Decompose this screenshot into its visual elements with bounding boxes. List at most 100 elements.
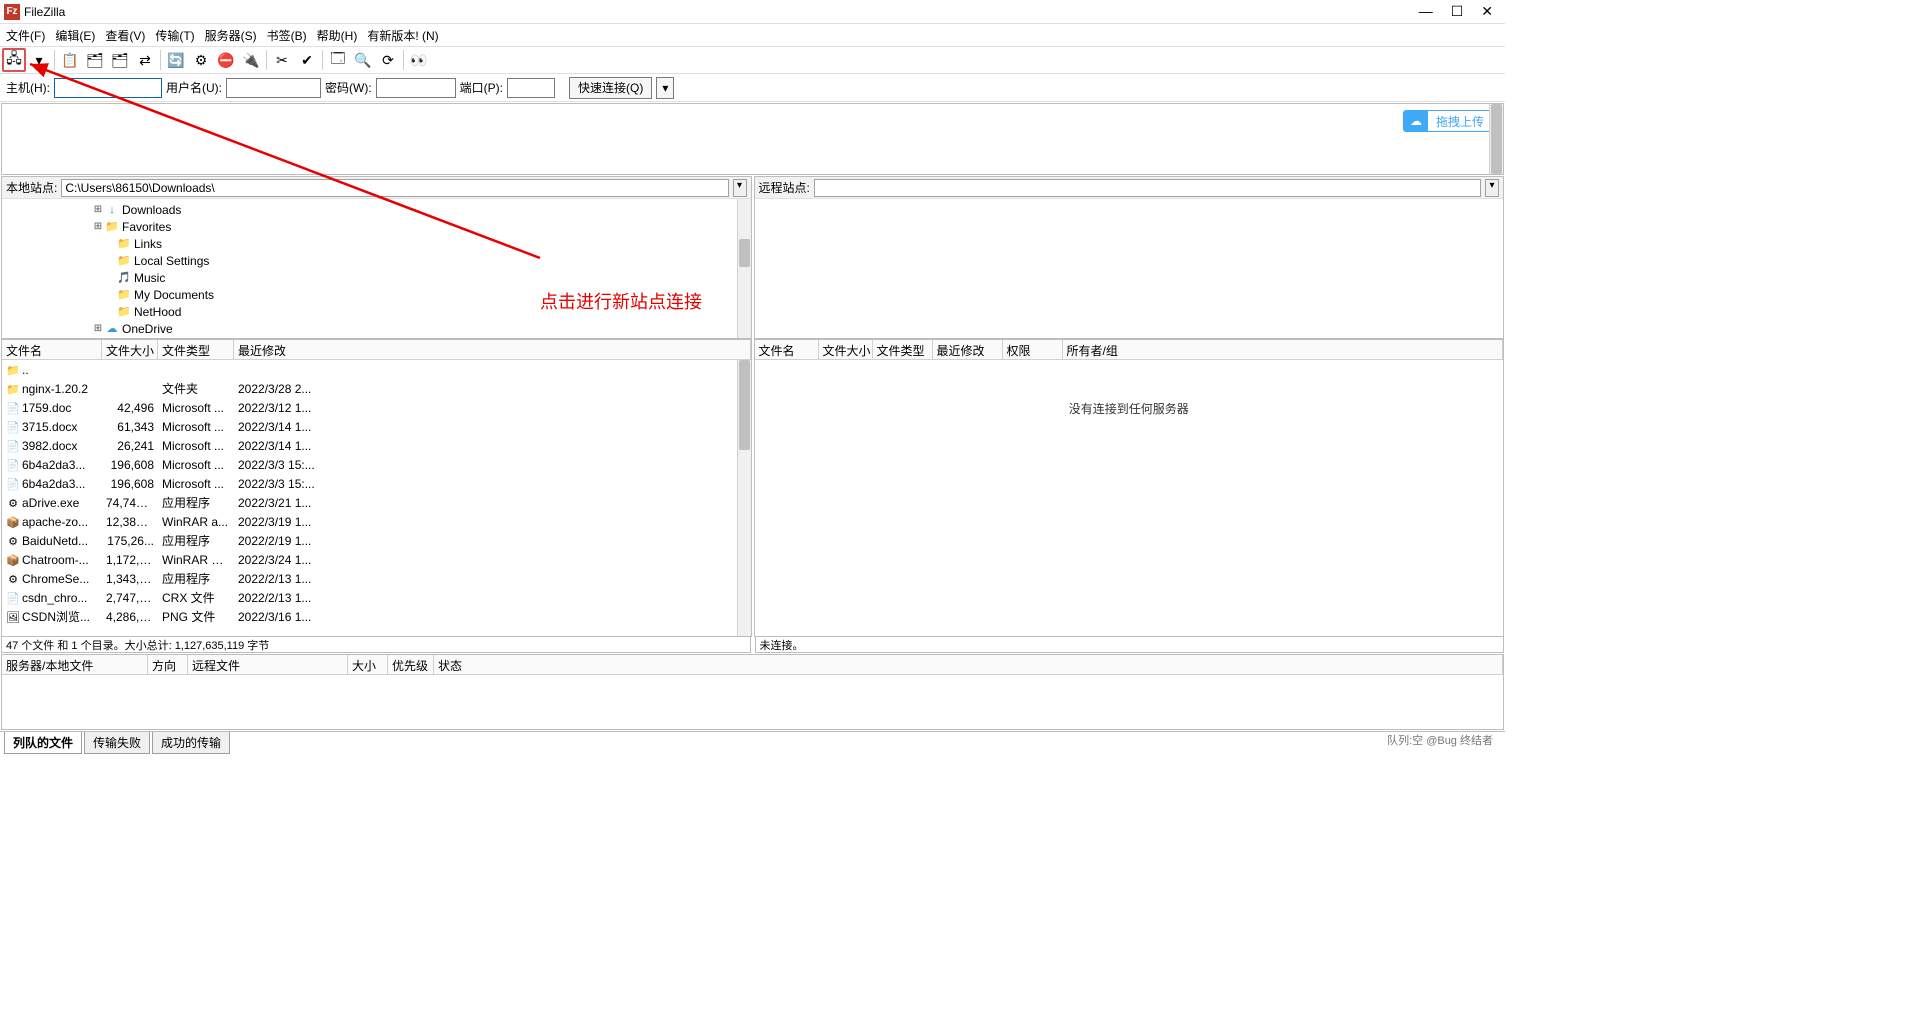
minimize-button[interactable]: — <box>1419 3 1433 20</box>
rcol-owner[interactable]: 所有者/组 <box>1063 340 1504 359</box>
col-filesize[interactable]: 文件大小 <box>102 340 158 359</box>
file-row[interactable]: 📄1759.doc42,496Microsoft ...2022/3/12 1.… <box>2 398 751 417</box>
remote-file-body[interactable]: 没有连接到任何服务器 <box>755 360 1504 636</box>
file-row[interactable]: 📄6b4a2da3...196,608Microsoft ...2022/3/3… <box>2 474 751 493</box>
file-row[interactable]: ⚙ChromeSe...1,343,3...应用程序2022/2/13 1... <box>2 569 751 588</box>
remote-file-list: 文件名 文件大小 文件类型 最近修改 权限 所有者/组 没有连接到任何服务器 <box>754 339 1505 637</box>
menu-newversion[interactable]: 有新版本! (N) <box>367 27 438 44</box>
tree-item[interactable]: ⊞📁Favorites <box>2 218 751 235</box>
local-tree-scrollbar[interactable] <box>737 199 751 338</box>
rcol-perm[interactable]: 权限 <box>1003 340 1063 359</box>
maximize-button[interactable]: ☐ <box>1451 3 1464 20</box>
file-row[interactable]: 📁nginx-1.20.2文件夹2022/3/28 2... <box>2 379 751 398</box>
local-tree[interactable]: ⊞↓Downloads⊞📁Favorites📁Links📁Local Setti… <box>2 199 751 338</box>
rcol-filetype[interactable]: 文件类型 <box>873 340 933 359</box>
qcol-prio[interactable]: 优先级 <box>388 655 434 674</box>
titlebar: Fz FileZilla — ☐ ✕ <box>0 0 1505 24</box>
quickconnect-bar: 主机(H): 用户名(U): 密码(W): 端口(P): 快速连接(Q) ▾ <box>0 74 1505 102</box>
menu-file[interactable]: 文件(F) <box>6 27 45 44</box>
tree-item[interactable]: 📁My Documents <box>2 286 751 303</box>
menu-view[interactable]: 查看(V) <box>105 27 145 44</box>
app-logo-icon: Fz <box>4 4 20 20</box>
quickconnect-dropdown[interactable]: ▾ <box>656 77 674 99</box>
pass-label: 密码(W): <box>325 79 372 96</box>
local-file-body[interactable]: 📁..📁nginx-1.20.2文件夹2022/3/28 2...📄1759.d… <box>2 360 751 636</box>
status-credit: 队列:空 @Bug 终结者 <box>1387 732 1501 748</box>
qcol-status[interactable]: 状态 <box>434 655 1503 674</box>
refresh-button[interactable]: 🔄 <box>164 48 188 72</box>
local-path-dropdown[interactable]: ▾ <box>733 179 747 197</box>
tree-item[interactable]: ⊞☁OneDrive <box>2 320 751 337</box>
username-input[interactable] <box>226 78 321 98</box>
file-row[interactable]: 📄3715.docx61,343Microsoft ...2022/3/14 1… <box>2 417 751 436</box>
local-file-scrollbar[interactable] <box>737 360 751 636</box>
port-input[interactable] <box>507 78 555 98</box>
cancel-button[interactable]: ⛔ <box>214 48 238 72</box>
tab-queued[interactable]: 列队的文件 <box>4 732 82 754</box>
host-label: 主机(H): <box>6 79 50 96</box>
file-row[interactable]: 📁.. <box>2 360 751 379</box>
password-input[interactable] <box>376 78 456 98</box>
cloud-upload-icon: ☁ <box>1404 111 1428 131</box>
site-manager-dropdown[interactable]: ▾ <box>27 48 51 72</box>
col-filename[interactable]: 文件名 <box>2 340 102 359</box>
menu-help[interactable]: 帮助(H) <box>317 27 358 44</box>
reconnect-button[interactable]: ✂ <box>270 48 294 72</box>
quickconnect-button[interactable]: 快速连接(Q) <box>569 77 652 99</box>
toggle-remote-tree-button[interactable]: 🗂 <box>108 48 132 72</box>
log-scrollbar[interactable] <box>1489 104 1503 174</box>
qcol-server[interactable]: 服务器/本地文件 <box>2 655 148 674</box>
message-log: ☁ 拖拽上传 <box>1 103 1504 175</box>
file-row[interactable]: ⚙aDrive.exe74,747,...应用程序2022/3/21 1... <box>2 493 751 512</box>
menu-bookmarks[interactable]: 书签(B) <box>267 27 307 44</box>
col-modified[interactable]: 最近修改 <box>234 340 751 359</box>
qcol-dir[interactable]: 方向 <box>148 655 188 674</box>
search-icon[interactable]: 🔍 <box>351 48 375 72</box>
file-row[interactable]: 📄6b4a2da3...196,608Microsoft ...2022/3/3… <box>2 455 751 474</box>
menu-server[interactable]: 服务器(S) <box>205 27 257 44</box>
disconnect-button[interactable]: 🔌 <box>239 48 263 72</box>
remote-path-dropdown[interactable]: ▾ <box>1485 179 1499 197</box>
drag-upload-button[interactable]: ☁ 拖拽上传 <box>1403 110 1493 132</box>
close-button[interactable]: ✕ <box>1481 3 1493 20</box>
menu-edit[interactable]: 编辑(E) <box>55 27 95 44</box>
file-row[interactable]: 📦Chatroom-...1,172,6...WinRAR ZI...2022/… <box>2 550 751 569</box>
file-row[interactable]: 📄3982.docx26,241Microsoft ...2022/3/14 1… <box>2 436 751 455</box>
qcol-size[interactable]: 大小 <box>348 655 388 674</box>
toggle-local-tree-button[interactable]: 🗂 <box>83 48 107 72</box>
col-filetype[interactable]: 文件类型 <box>158 340 234 359</box>
local-path-input[interactable] <box>61 179 728 197</box>
tab-failed[interactable]: 传输失败 <box>84 732 150 754</box>
local-site-label: 本地站点: <box>6 179 57 196</box>
file-row[interactable]: 📦apache-zo...12,387,...WinRAR a...2022/3… <box>2 512 751 531</box>
toggle-queue-button[interactable]: ⇄ <box>133 48 157 72</box>
port-label: 端口(P): <box>460 79 503 96</box>
remote-empty-message: 没有连接到任何服务器 <box>755 360 1504 417</box>
compare-button[interactable]: ⟳ <box>376 48 400 72</box>
file-row[interactable]: 🖼CSDN浏览...4,286,2...PNG 文件2022/3/16 1... <box>2 607 751 626</box>
process-queue-button[interactable]: ⚙ <box>189 48 213 72</box>
rcol-filesize[interactable]: 文件大小 <box>819 340 873 359</box>
remote-tree-panel: 远程站点: ▾ <box>754 176 1505 339</box>
menu-transfer[interactable]: 传输(T) <box>155 27 194 44</box>
rcol-modified[interactable]: 最近修改 <box>933 340 1003 359</box>
remote-path-input[interactable] <box>814 179 1481 197</box>
tree-item[interactable]: 📁NetHood <box>2 303 751 320</box>
tree-item[interactable]: ⊞↓Downloads <box>2 201 751 218</box>
host-input[interactable] <box>54 78 162 98</box>
qcol-remote[interactable]: 远程文件 <box>188 655 348 674</box>
filter-button[interactable]: 🗔 <box>326 48 350 72</box>
remote-tree[interactable] <box>755 199 1504 338</box>
toggle-log-button[interactable]: 📋 <box>58 48 82 72</box>
file-row[interactable]: 📄csdn_chro...2,747,0...CRX 文件2022/2/13 1… <box>2 588 751 607</box>
rcol-filename[interactable]: 文件名 <box>755 340 819 359</box>
file-row[interactable]: ⚙BaiduNetd...175,26...应用程序2022/2/19 1... <box>2 531 751 550</box>
tree-item[interactable]: 🎵Music <box>2 269 751 286</box>
tree-item[interactable]: 📁Links <box>2 235 751 252</box>
toggle-sync-button[interactable]: ✔ <box>295 48 319 72</box>
tab-success[interactable]: 成功的传输 <box>152 732 230 754</box>
tree-item[interactable]: 📁Local Settings <box>2 252 751 269</box>
site-manager-button[interactable]: 🖧 <box>2 48 26 72</box>
local-status: 47 个文件 和 1 个目录。大小总计: 1,127,635,119 字节 <box>1 637 751 653</box>
find-button[interactable]: 👀 <box>407 48 431 72</box>
